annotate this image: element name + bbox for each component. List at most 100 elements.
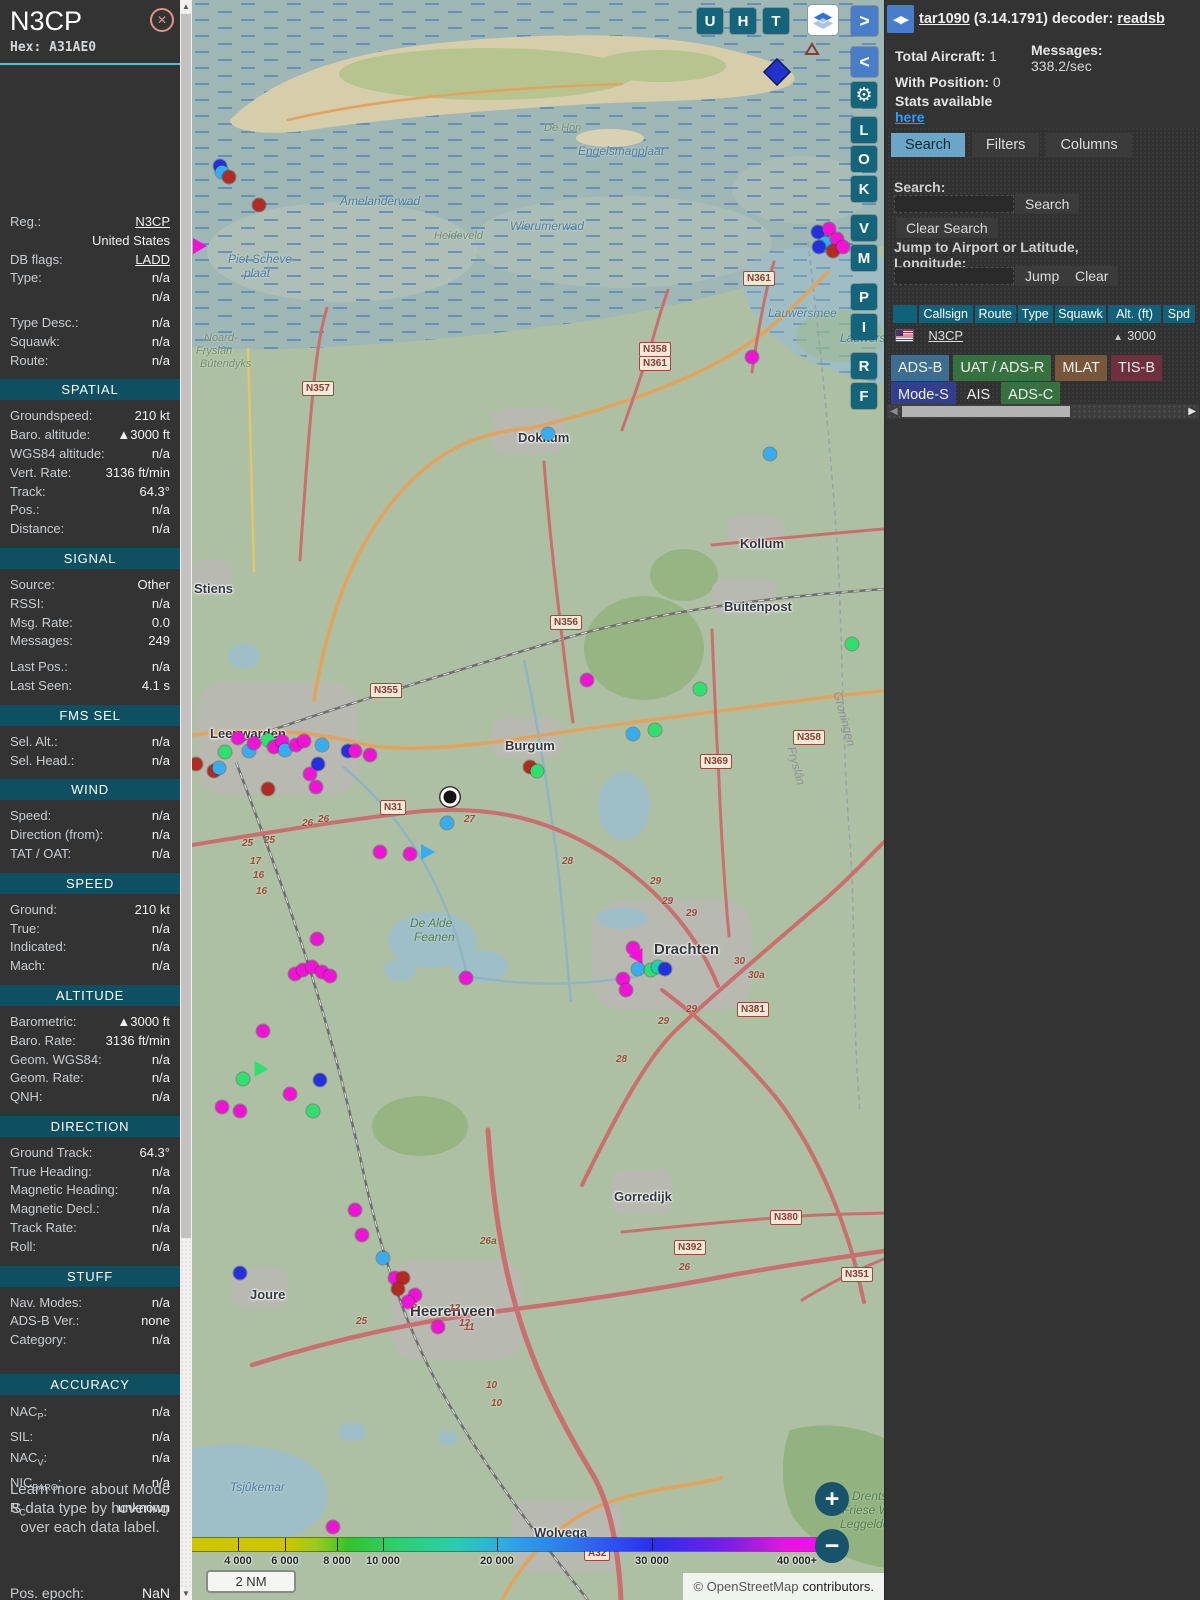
aircraft-dot[interactable] xyxy=(313,1073,327,1087)
column-header-Spd[interactable]: Spd xyxy=(1162,305,1195,323)
aircraft-dot[interactable] xyxy=(619,983,633,997)
aircraft-dot[interactable] xyxy=(306,1104,320,1118)
aircraft-dot[interactable] xyxy=(248,1057,269,1077)
aircraft-dot[interactable] xyxy=(421,844,435,860)
aircraft-dot[interactable] xyxy=(231,731,245,745)
aircraft-dot[interactable] xyxy=(391,1282,405,1296)
clear-search-button[interactable]: Clear Search xyxy=(896,218,998,238)
map-button-f[interactable]: F xyxy=(851,383,877,409)
hscroll-left-icon[interactable]: ◀ xyxy=(890,405,898,418)
aircraft-dot[interactable] xyxy=(256,1024,270,1038)
aircraft-dot[interactable] xyxy=(580,673,594,687)
aircraft-dot[interactable] xyxy=(310,932,324,946)
scroll-up-icon[interactable]: ▲ xyxy=(180,0,192,13)
aircraft-dot[interactable] xyxy=(658,962,672,976)
detail-value-link[interactable]: LADD xyxy=(135,251,170,270)
aircraft-dot[interactable] xyxy=(212,761,226,775)
aircraft-dot[interactable] xyxy=(348,744,362,758)
stats-here-link[interactable]: here xyxy=(895,109,925,125)
column-header-flag[interactable] xyxy=(893,305,917,323)
aircraft-dot[interactable] xyxy=(631,962,645,976)
aircraft-dot[interactable] xyxy=(812,240,826,254)
selected-aircraft-marker[interactable] xyxy=(440,787,460,807)
aircraft-dot[interactable] xyxy=(648,723,662,737)
aircraft-dot[interactable] xyxy=(233,1266,247,1280)
expand-panel-button[interactable]: > xyxy=(851,6,878,36)
aircraft-dot[interactable] xyxy=(363,748,377,762)
aircraft-dot[interactable] xyxy=(403,847,417,861)
aircraft-dot[interactable] xyxy=(193,238,207,254)
table-row[interactable]: N3CP ▲ 3000 xyxy=(893,325,1195,346)
aircraft-dot[interactable] xyxy=(218,745,232,759)
search-button[interactable]: Search xyxy=(1015,194,1080,214)
aircraft-dot[interactable] xyxy=(323,969,337,983)
aircraft-dot[interactable] xyxy=(401,1295,415,1309)
aircraft-dot[interactable] xyxy=(626,727,640,741)
hscroll-right-icon[interactable]: ▶ xyxy=(1188,405,1196,418)
aircraft-dot[interactable] xyxy=(252,198,266,212)
aircraft-dot[interactable] xyxy=(763,447,777,461)
tab-search[interactable]: Search xyxy=(891,133,965,157)
panel-toggle-button[interactable]: ◀▶ xyxy=(887,5,914,33)
aircraft-dot[interactable] xyxy=(309,780,323,794)
map[interactable]: De Hon Engelsmanplaat Amelanderwad Wierumer… xyxy=(192,0,884,1600)
collapse-panel-button[interactable]: < xyxy=(851,47,878,77)
column-header-Type[interactable]: Type xyxy=(1017,305,1053,323)
aircraft-dot[interactable] xyxy=(355,1228,369,1242)
aircraft-dot[interactable] xyxy=(261,782,275,796)
aircraft-dot[interactable] xyxy=(222,170,236,184)
map-button-h[interactable]: H xyxy=(730,8,756,34)
aircraft-dot[interactable] xyxy=(297,734,311,748)
column-header-Squawk[interactable]: Squawk xyxy=(1054,305,1107,323)
map-button-k[interactable]: K xyxy=(851,176,877,202)
tab-filters[interactable]: Filters xyxy=(971,133,1040,157)
column-header-Route[interactable]: Route xyxy=(974,305,1016,323)
decoder-link[interactable]: readsb xyxy=(1117,11,1165,27)
aircraft-dot[interactable] xyxy=(541,427,555,441)
close-icon[interactable]: ✕ xyxy=(150,8,174,32)
aircraft-dot[interactable] xyxy=(745,350,759,364)
column-header-Callsign[interactable]: Callsign xyxy=(918,305,973,323)
aircraft-dot[interactable] xyxy=(348,1203,362,1217)
aircraft-dot[interactable] xyxy=(440,816,454,830)
aircraft-dot[interactable] xyxy=(283,1087,297,1101)
column-header-Alt. (ft)[interactable]: Alt. (ft) xyxy=(1108,305,1161,323)
layers-button[interactable] xyxy=(808,5,838,35)
map-button-t[interactable]: T xyxy=(763,8,789,34)
table-horizontal-scrollbar[interactable]: ◀ ▶ xyxy=(887,404,1199,419)
aircraft-dot[interactable] xyxy=(459,971,473,985)
hscroll-thumb[interactable] xyxy=(902,406,1070,417)
aircraft-dot[interactable] xyxy=(431,1320,445,1334)
tab-columns[interactable]: Columns xyxy=(1046,133,1132,157)
jump-clear-button[interactable]: Clear xyxy=(1065,266,1119,286)
detail-value-link[interactable]: N3CP xyxy=(135,213,170,232)
sidebar-scrollbar-thumb[interactable] xyxy=(181,14,191,1238)
settings-gear-button[interactable]: ⚙ xyxy=(851,82,877,108)
aircraft-dot[interactable] xyxy=(764,59,790,85)
map-button-o[interactable]: O xyxy=(851,146,877,172)
jump-button[interactable]: Jump xyxy=(1015,266,1070,286)
map-button-i[interactable]: I xyxy=(851,314,877,340)
map-button-r[interactable]: R xyxy=(851,353,877,379)
aircraft-dot[interactable] xyxy=(326,1520,340,1534)
sidebar-scrollbar[interactable]: ▲ ▼ xyxy=(180,0,192,1600)
search-input[interactable] xyxy=(894,195,1014,213)
aircraft-dot[interactable] xyxy=(233,1104,247,1118)
aircraft-dot[interactable] xyxy=(236,1072,250,1086)
aircraft-dot[interactable] xyxy=(693,682,707,696)
aircraft-callsign-link[interactable]: N3CP xyxy=(928,328,963,343)
scroll-down-icon[interactable]: ▼ xyxy=(180,1587,192,1600)
aircraft-dot[interactable] xyxy=(192,757,203,771)
osm-link[interactable]: © OpenStreetMap xyxy=(693,1579,798,1594)
map-button-u[interactable]: U xyxy=(697,8,723,34)
tar1090-link[interactable]: tar1090 xyxy=(919,11,970,27)
map-button-l[interactable]: L xyxy=(851,117,877,143)
aircraft-dot[interactable] xyxy=(845,637,859,651)
aircraft-dot[interactable] xyxy=(373,845,387,859)
map-button-v[interactable]: V xyxy=(851,215,877,241)
aircraft-dot[interactable] xyxy=(836,240,850,254)
map-button-m[interactable]: M xyxy=(851,245,877,271)
callsign-cell[interactable]: N3CP xyxy=(919,325,973,346)
zoom-out-button[interactable]: − xyxy=(815,1529,849,1563)
aircraft-dot[interactable] xyxy=(315,738,329,752)
